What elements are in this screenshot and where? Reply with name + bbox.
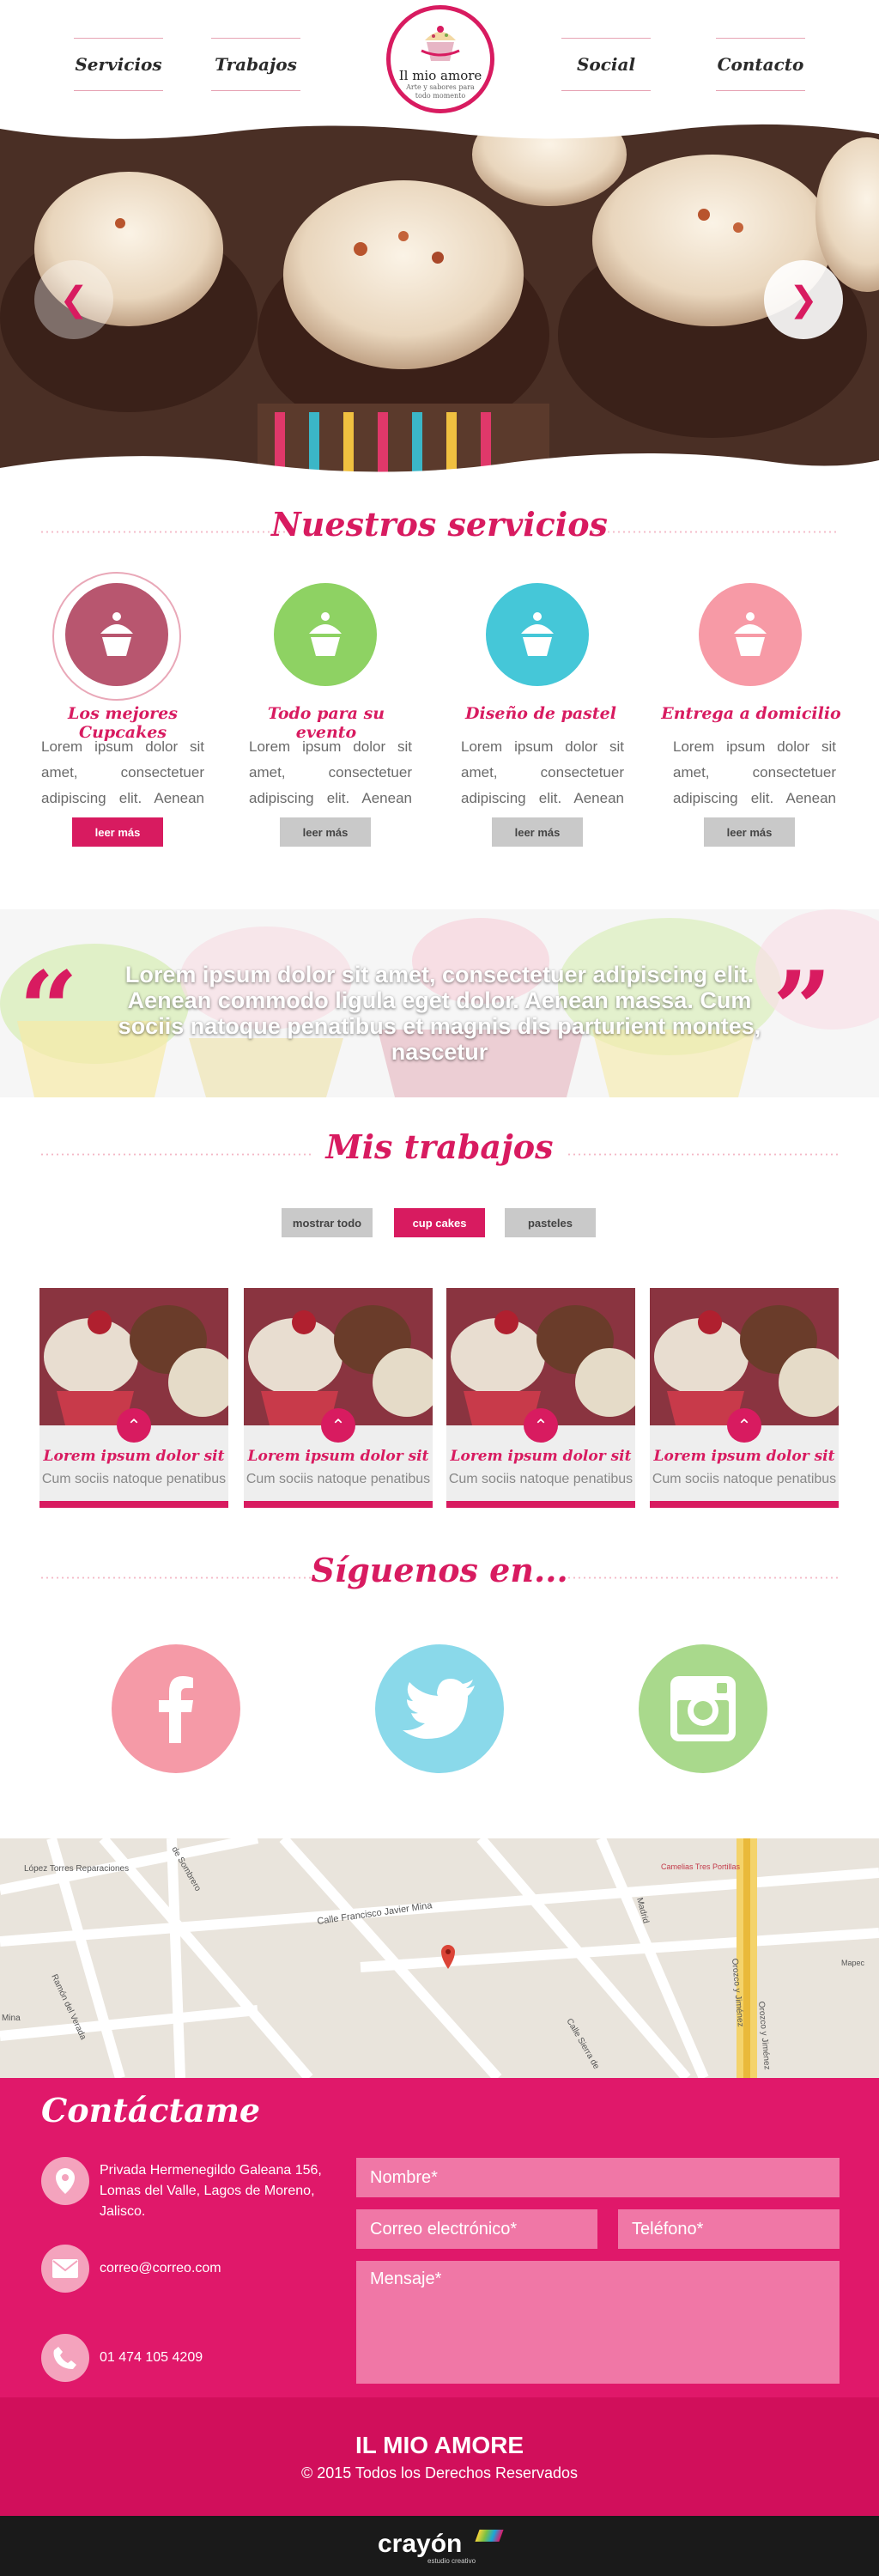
chevron-left-icon: ❮ — [59, 281, 88, 319]
map-label: Camelias Tres Portillas — [661, 1862, 741, 1871]
footer-brand: IL MIO AMORE — [355, 2432, 524, 2458]
hero-slider — [0, 120, 879, 481]
social-title: Síguenos en... — [311, 1551, 568, 1589]
read-more-button-1[interactable]: leer más — [72, 817, 163, 847]
contact-email[interactable]: correo@correo.com — [100, 2258, 221, 2279]
mail-icon — [41, 2245, 89, 2293]
work-subtitle: Cum sociis natoque penatibus — [246, 1472, 431, 1486]
cupcake-logo-icon — [421, 26, 460, 61]
contact-phone[interactable]: 01 474 105 4209 — [100, 2348, 203, 2368]
work-image — [39, 1288, 228, 1425]
cupcake-icon — [309, 612, 342, 656]
work-card-4[interactable]: ⌃ Lorem ipsum dolor sit Cum sociis natoq… — [650, 1288, 839, 1508]
cupcake-icon — [734, 612, 767, 656]
service-circle-4[interactable] — [699, 583, 802, 686]
crayon-logo-icon — [475, 2530, 504, 2542]
facebook-icon — [159, 1676, 193, 1743]
chevron-up-icon[interactable]: ⌃ — [727, 1408, 761, 1443]
twitter-button[interactable] — [375, 1644, 504, 1773]
work-image — [244, 1288, 433, 1425]
logo-name: Il mio amore — [398, 68, 482, 83]
map-canvas: López Torres Reparaciones de Sombrero Ca… — [0, 1838, 879, 2078]
work-image — [446, 1288, 635, 1425]
work-image — [650, 1288, 839, 1425]
hero-prev-button[interactable]: ❮ — [34, 260, 113, 339]
work-subtitle: Cum sociis natoque penatibus — [448, 1472, 633, 1486]
nav-social[interactable]: Social — [561, 38, 651, 91]
contact-address: Privada Hermenegildo Galeana 156, Lomas … — [100, 2163, 322, 2219]
service-circle-3[interactable] — [486, 583, 589, 686]
filter-cakes[interactable]: pasteles — [505, 1208, 596, 1237]
quote-open-icon: “ — [19, 949, 79, 1070]
works-title: Mis trabajos — [325, 1127, 554, 1166]
credit-logo[interactable]: crayón — [378, 2530, 462, 2559]
service-text-3: Lorem ipsum dolor sit amet, consectetuer… — [461, 738, 624, 806]
logo[interactable]: Il mio amore Arte y sabores para todo mo… — [386, 5, 494, 113]
work-subtitle: Cum sociis natoque penatibus — [652, 1472, 837, 1486]
work-title: Lorem ipsum dolor sit — [43, 1448, 225, 1465]
service-text-1: Lorem ipsum dolor sit amet, consectetuer… — [41, 738, 204, 806]
work-title: Lorem ipsum dolor sit — [247, 1448, 429, 1465]
work-card-1[interactable]: ⌃ Lorem ipsum dolor sit Cum sociis natoq… — [39, 1288, 228, 1508]
instagram-button[interactable] — [639, 1644, 767, 1773]
work-card-2[interactable]: ⌃ Lorem ipsum dolor sit Cum sociis natoq… — [244, 1288, 433, 1508]
service-text-2: Lorem ipsum dolor sit amet, consectetuer… — [249, 738, 412, 806]
nav-servicios[interactable]: Servicios — [74, 38, 163, 91]
map-label: Mapec — [841, 1959, 865, 1967]
chevron-up-icon[interactable]: ⌃ — [524, 1408, 558, 1443]
chevron-up-icon[interactable]: ⌃ — [321, 1408, 355, 1443]
service-title-3: Diseño de pastel — [465, 704, 616, 723]
phone-icon — [41, 2334, 89, 2382]
phone-field[interactable] — [618, 2209, 840, 2249]
logo-tagline: Arte y sabores para todo momento — [406, 83, 475, 100]
location-map[interactable]: López Torres Reparaciones de Sombrero Ca… — [0, 1838, 879, 2078]
facebook-button[interactable] — [112, 1644, 240, 1773]
work-subtitle: Cum sociis natoque penatibus — [41, 1472, 227, 1486]
read-more-button-3[interactable]: leer más — [492, 817, 583, 847]
map-label: Mina — [2, 2014, 21, 2023]
nav-trabajos[interactable]: Trabajos — [211, 38, 300, 91]
work-title: Lorem ipsum dolor sit — [653, 1448, 835, 1465]
twitter-icon — [403, 1679, 475, 1739]
message-field[interactable] — [356, 2261, 840, 2384]
service-text-4: Lorem ipsum dolor sit amet, consectetuer… — [673, 738, 836, 806]
work-card-3[interactable]: ⌃ Lorem ipsum dolor sit Cum sociis natoq… — [446, 1288, 635, 1508]
credit-subtitle: estudio creativo — [427, 2557, 476, 2565]
contact-title: Contáctame — [41, 2091, 261, 2129]
email-field[interactable] — [356, 2209, 597, 2249]
service-title-4: Entrega a domicilio — [661, 704, 841, 723]
read-more-button-4[interactable]: leer más — [704, 817, 795, 847]
service-circle-2[interactable] — [274, 583, 377, 686]
read-more-button-2[interactable]: leer más — [280, 817, 371, 847]
filter-cupcakes[interactable]: cup cakes — [394, 1208, 485, 1237]
work-title: Lorem ipsum dolor sit — [450, 1448, 632, 1465]
map-label: López Torres Reparaciones — [24, 1864, 129, 1874]
name-field[interactable] — [356, 2158, 840, 2197]
instagram-icon — [670, 1676, 736, 1741]
location-icon — [41, 2157, 89, 2205]
hero-next-button[interactable]: ❯ — [764, 260, 843, 339]
logo-inner: Il mio amore Arte y sabores para todo mo… — [391, 9, 490, 109]
nav-contacto[interactable]: Contacto — [716, 38, 805, 91]
quote-text: Lorem ipsum dolor sit amet, consectetuer… — [118, 962, 761, 1065]
hero-cupcakes-image — [0, 120, 879, 481]
service-circle-1[interactable] — [65, 583, 168, 686]
quote-close-icon: ” — [773, 949, 833, 1070]
filter-show-all[interactable]: mostrar todo — [282, 1208, 373, 1237]
services-title: Nuestros servicios — [271, 505, 608, 544]
cupcake-icon — [100, 612, 133, 656]
chevron-up-icon[interactable]: ⌃ — [117, 1408, 151, 1443]
footer-copyright: © 2015 Todos los Derechos Reservados — [300, 2464, 579, 2482]
cupcake-icon — [521, 612, 554, 656]
chevron-right-icon: ❯ — [789, 281, 818, 319]
